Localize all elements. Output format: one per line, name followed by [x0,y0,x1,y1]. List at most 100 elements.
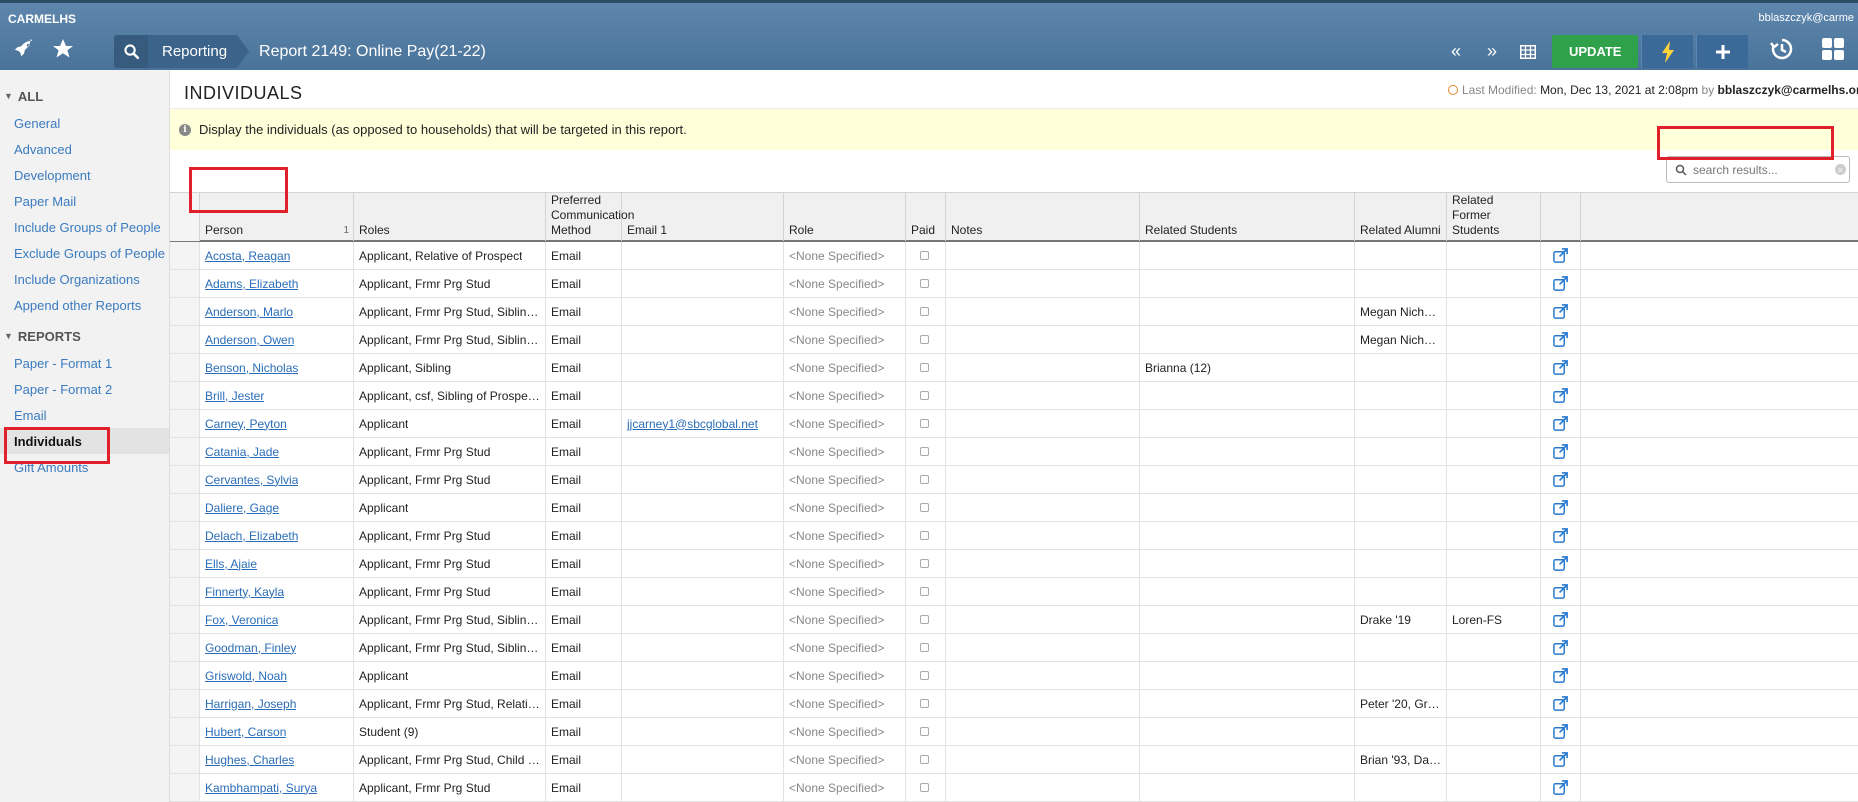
open-external-icon[interactable] [1541,494,1581,521]
rocket-icon[interactable] [9,34,39,64]
paid-checkbox[interactable] [920,699,929,708]
row-select-cell[interactable] [170,466,200,493]
open-external-icon[interactable] [1541,606,1581,633]
column-header-related-alumni[interactable]: Related Alumni [1355,193,1447,241]
person-link[interactable]: Daliere, Gage [200,494,354,521]
column-header-email-1[interactable]: Email 1 [622,193,784,241]
role-cell[interactable]: <None Specified> [784,466,906,493]
sidebar-item-paper-format-1[interactable]: Paper - Format 1 [0,350,169,376]
row-select-cell[interactable] [170,690,200,717]
open-external-icon[interactable] [1541,746,1581,773]
open-external-icon[interactable] [1541,774,1581,801]
grid-icon[interactable] [1510,35,1546,68]
sidebar-item-email[interactable]: Email [0,402,169,428]
column-header-role[interactable]: Role [784,193,906,241]
sidebar-item-include-groups[interactable]: Include Groups of People [0,214,169,240]
column-header-select[interactable] [170,193,200,241]
notes-cell[interactable] [946,522,1140,549]
paid-checkbox[interactable] [920,475,929,484]
notes-cell[interactable] [946,690,1140,717]
open-external-icon[interactable] [1541,578,1581,605]
role-cell[interactable]: <None Specified> [784,242,906,269]
role-cell[interactable]: <None Specified> [784,606,906,633]
table-row[interactable]: Adams, Elizabeth Applicant, Frmr Prg Stud… [170,270,1858,298]
paid-checkbox[interactable] [920,251,929,260]
email-cell[interactable] [622,270,784,297]
column-header-notes[interactable]: Notes [946,193,1140,241]
row-select-cell[interactable] [170,746,200,773]
role-cell[interactable]: <None Specified> [784,662,906,689]
notes-cell[interactable] [946,550,1140,577]
row-select-cell[interactable] [170,354,200,381]
sidebar-section-reports[interactable]: ▼ REPORTS [0,326,169,346]
sidebar-item-advanced[interactable]: Advanced [0,136,169,162]
role-cell[interactable]: <None Specified> [784,298,906,325]
sidebar-item-individuals[interactable]: Individuals [0,428,169,454]
person-link[interactable]: Ells, Ajaie [200,550,354,577]
email-cell[interactable] [622,662,784,689]
open-external-icon[interactable] [1541,550,1581,577]
paid-checkbox[interactable] [920,363,929,372]
open-external-icon[interactable] [1541,438,1581,465]
person-link[interactable]: Hubert, Carson [200,718,354,745]
table-row[interactable]: Daliere, Gage Applicant Email <None Specifi… [170,494,1858,522]
paid-checkbox[interactable] [920,335,929,344]
paid-checkbox[interactable] [920,531,929,540]
row-select-cell[interactable] [170,578,200,605]
lightning-icon[interactable] [1641,35,1694,68]
paid-checkbox[interactable] [920,755,929,764]
email-cell[interactable] [622,774,784,801]
notes-cell[interactable] [946,606,1140,633]
row-select-cell[interactable] [170,662,200,689]
person-link[interactable]: Delach, Elizabeth [200,522,354,549]
email-cell[interactable] [622,634,784,661]
person-link[interactable]: Griswold, Noah [200,662,354,689]
person-link[interactable]: Acosta, Reagan [200,242,354,269]
column-header-paid[interactable]: Paid [906,193,946,241]
table-row[interactable]: Brill, Jester Applicant, csf, Sibling of … [170,382,1858,410]
open-external-icon[interactable] [1541,298,1581,325]
person-link[interactable]: Anderson, Owen [200,326,354,353]
paid-checkbox[interactable] [920,587,929,596]
table-row[interactable]: Goodman, Finley Applicant, Frmr Prg Stud,… [170,634,1858,662]
role-cell[interactable]: <None Specified> [784,578,906,605]
notes-cell[interactable] [946,494,1140,521]
row-select-cell[interactable] [170,242,200,269]
role-cell[interactable]: <None Specified> [784,270,906,297]
notes-cell[interactable] [946,242,1140,269]
role-cell[interactable]: <None Specified> [784,438,906,465]
role-cell[interactable]: <None Specified> [784,522,906,549]
person-link[interactable]: Fox, Veronica [200,606,354,633]
table-row[interactable]: Cervantes, Sylvia Applicant, Frmr Prg Stu… [170,466,1858,494]
table-row[interactable]: Hughes, Charles Applicant, Frmr Prg Stud,… [170,746,1858,774]
row-select-cell[interactable] [170,718,200,745]
table-row[interactable]: Hubert, Carson Student (9) Email <None Spec… [170,718,1858,746]
table-row[interactable]: Acosta, Reagan Applicant, Relative of Pro… [170,242,1858,270]
email-cell[interactable] [622,494,784,521]
email-cell[interactable] [622,550,784,577]
history-icon[interactable] [1767,34,1797,64]
search-input[interactable] [1693,162,1823,177]
role-cell[interactable]: <None Specified> [784,774,906,801]
email-cell[interactable] [622,298,784,325]
sidebar-item-append-reports[interactable]: Append other Reports [0,292,169,318]
row-select-cell[interactable] [170,298,200,325]
update-button[interactable]: UPDATE [1552,35,1639,68]
open-external-icon[interactable] [1541,466,1581,493]
person-link[interactable]: Cervantes, Sylvia [200,466,354,493]
role-cell[interactable]: <None Specified> [784,550,906,577]
column-header-roles[interactable]: Roles [354,193,546,241]
role-cell[interactable]: <None Specified> [784,326,906,353]
paid-checkbox[interactable] [920,643,929,652]
current-user[interactable]: bblaszczyk@carme [1758,12,1854,24]
email-cell[interactable] [622,690,784,717]
column-header-related-former-students[interactable]: Related Former Students [1447,193,1541,241]
notes-cell[interactable] [946,410,1140,437]
role-cell[interactable]: <None Specified> [784,494,906,521]
star-icon[interactable] [48,34,78,64]
column-header-person[interactable]: Person 1 [200,193,354,241]
person-link[interactable]: Finnerty, Kayla [200,578,354,605]
sidebar-item-exclude-groups[interactable]: Exclude Groups of People [0,240,169,266]
email-cell[interactable] [622,606,784,633]
table-row[interactable]: Griswold, Noah Applicant Email <None Specif… [170,662,1858,690]
